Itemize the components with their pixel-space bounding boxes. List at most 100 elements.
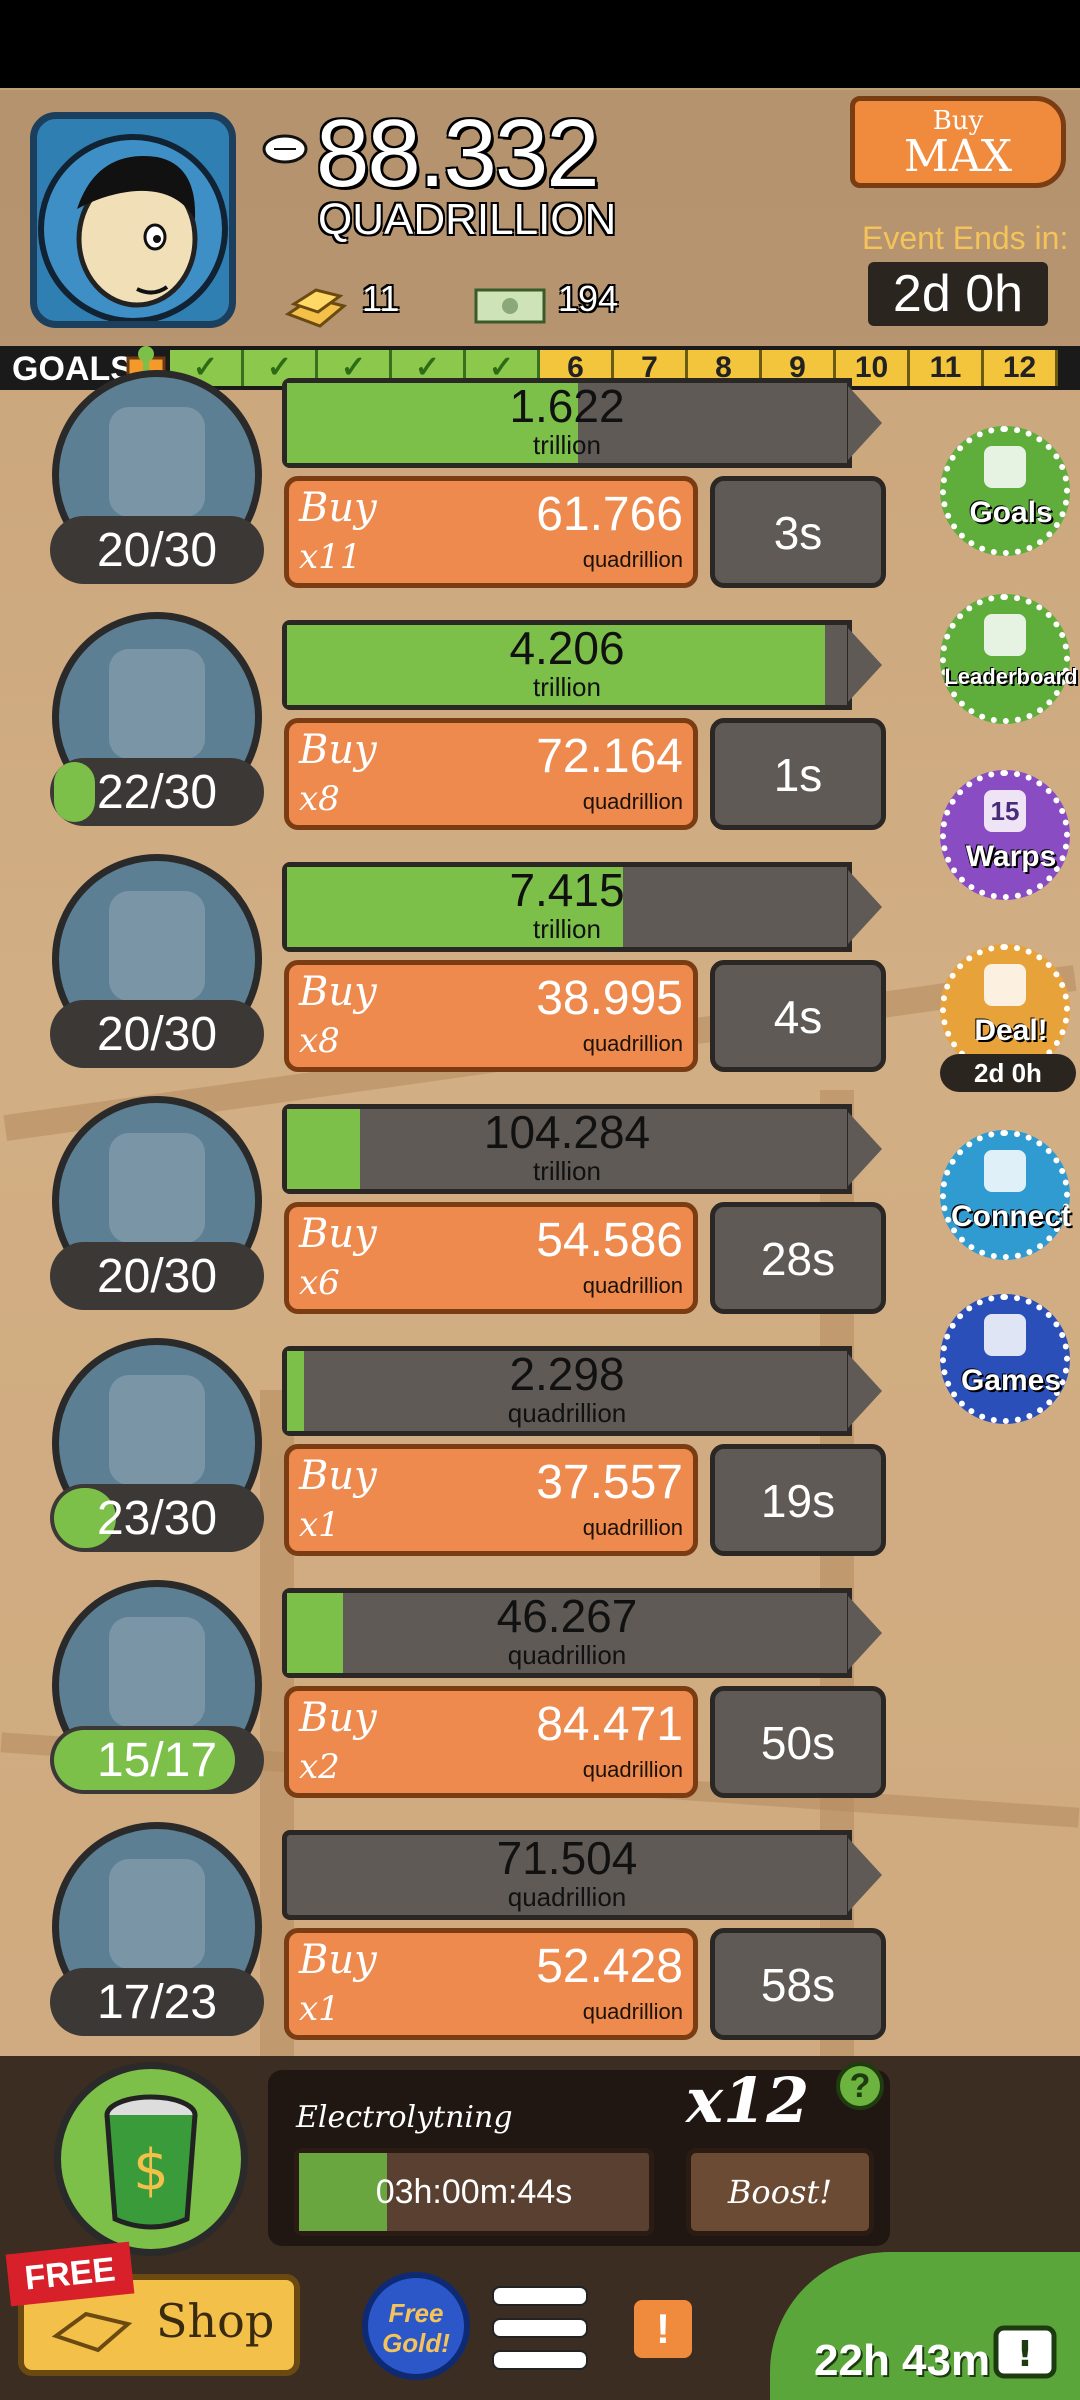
item-count: 22/30 (50, 758, 264, 826)
free-gold-button[interactable]: Free Gold! (362, 2272, 470, 2380)
buy-price-unit: quadrillion (582, 789, 683, 814)
progress-value: 1.622 (509, 380, 625, 432)
buy-label: Buy (299, 969, 377, 1015)
side-button-leaderboard[interactable]: Leaderboard (940, 594, 1078, 724)
event-label: Event Ends in: (862, 220, 1069, 256)
progress-arrow-tip (848, 1838, 882, 1912)
alert-button[interactable]: ! (634, 2300, 692, 2358)
buy-button[interactable]: Buy x2 84.471 quadrillion (284, 1686, 698, 1798)
buy-button[interactable]: Buy x1 52.428 quadrillion (284, 1928, 698, 2040)
item-count: 23/30 (50, 1484, 264, 1552)
progress-unit: quadrillion (507, 1882, 627, 1912)
item-count-text: 17/23 (96, 1976, 218, 2029)
manager-badge[interactable]: $ (54, 2062, 248, 2256)
gold-count: 11 (362, 278, 400, 319)
boost-timer-text: 03h:00m:44s (375, 2173, 573, 2211)
menu-button[interactable] (492, 2286, 588, 2372)
item-count-text: 20/30 (96, 1250, 218, 1303)
side-button-connect[interactable]: Connect (940, 1130, 1071, 1260)
menu-bar-icon (492, 2350, 588, 2370)
buy-label: Buy (299, 727, 377, 773)
backpack-icon (109, 407, 205, 517)
progress-unit: trillion (533, 672, 601, 702)
buy-price: 38.995 (536, 972, 683, 1025)
jersey-icon (109, 1859, 205, 1969)
deal-timer: 2d 0h (940, 1054, 1076, 1092)
side-button-label: Leaderboard (944, 664, 1078, 689)
goal-number-cell: 11 (910, 350, 984, 386)
player-avatar[interactable] (30, 112, 236, 328)
progress-unit: trillion (533, 1156, 601, 1186)
progress-value: 104.284 (483, 1106, 651, 1158)
progress-arrow-tip (848, 1596, 882, 1670)
buy-button[interactable]: Buy x6 54.586 quadrillion (284, 1202, 698, 1314)
boost-multiplier: x12 (686, 2064, 810, 2137)
3d-glasses-man-icon (109, 1617, 205, 1727)
cycle-timer: 1s (710, 718, 886, 830)
cycle-timer: 58s (710, 1928, 886, 2040)
item-count: 15/17 (50, 1726, 264, 1794)
boost-button[interactable]: Boost! (686, 2148, 874, 2236)
item-progress-bar: 104.284 trillion (282, 1104, 890, 1194)
buy-button[interactable]: Buy x8 72.164 quadrillion (284, 718, 698, 830)
buy-multiplier: x8 (299, 779, 340, 819)
flaming-table-icon (109, 649, 205, 759)
item-count: 17/23 (50, 1968, 264, 2036)
buy-multiplier: x1 (299, 1505, 340, 1545)
buy-multiplier: x2 (299, 1747, 340, 1787)
progress-unit: trillion (533, 914, 601, 944)
item-count: 20/30 (50, 1000, 264, 1068)
buy-price: 37.557 (536, 1456, 683, 1509)
buy-label: Buy (299, 1937, 377, 1983)
progress-value: 4.206 (509, 622, 625, 674)
buy-button[interactable]: Buy x1 37.557 quadrillion (284, 1444, 698, 1556)
gold-icon (282, 280, 348, 337)
progress-arrow-tip (848, 628, 882, 702)
buy-label: Buy (299, 485, 377, 531)
buy-price-unit: quadrillion (582, 1757, 683, 1782)
progress-value: 46.267 (496, 1590, 638, 1642)
item-count: 20/30 (50, 1242, 264, 1310)
shop-label: Shop (156, 2294, 275, 2348)
side-button-warps[interactable]: 15 Warps (940, 770, 1070, 900)
cycle-timer: 4s (710, 960, 886, 1072)
buy-max-button[interactable]: Buy MAX (850, 96, 1066, 188)
astronaut-avatar-icon (38, 134, 228, 321)
buy-label: Buy (299, 1695, 377, 1741)
svg-text:$: $ (133, 2138, 169, 2203)
side-button-label: Connect (951, 1200, 1071, 1233)
side-button-games[interactable]: Games (940, 1294, 1070, 1424)
item-count-text: 23/30 (96, 1492, 218, 1545)
boost-timer-bar: 03h:00m:44s (294, 2148, 654, 2236)
item-count-text: 22/30 (96, 766, 218, 819)
side-button-goals[interactable]: Goals (940, 426, 1070, 556)
warps-badge: 15 (990, 796, 1020, 826)
buy-price-unit: quadrillion (582, 1515, 683, 1540)
bills-icon (474, 288, 546, 329)
buy-multiplier: x11 (299, 537, 362, 577)
deal-icon (984, 964, 1026, 1006)
buy-price: 52.428 (536, 1940, 683, 1993)
money-unit: QUADRILLION (318, 195, 617, 244)
soda-can-icon (109, 891, 205, 1001)
item-count-fill (54, 762, 95, 822)
cycle-timer: 50s (710, 1686, 886, 1798)
cycle-timer: 28s (710, 1202, 886, 1314)
buy-button[interactable]: Buy x11 61.766 quadrillion (284, 476, 698, 588)
warps-icon: 15 (984, 790, 1026, 832)
buy-button[interactable]: Buy x8 38.995 quadrillion (284, 960, 698, 1072)
item-progress-bar: 71.504 quadrillion (282, 1830, 890, 1920)
buy-price-unit: quadrillion (582, 1273, 683, 1298)
buy-price: 54.586 (536, 1214, 683, 1267)
bills-count: 194 (558, 278, 619, 319)
buy-label: Buy (299, 1453, 377, 1499)
boost-event-name: Electrolytning (296, 2100, 513, 2135)
item-progress-bar: 2.298 quadrillion (282, 1346, 890, 1436)
progress-arrow-tip (848, 870, 882, 944)
help-button[interactable]: ? (836, 2062, 884, 2110)
buy-multiplier: x1 (299, 1989, 340, 2029)
item-progress-bar: 46.267 quadrillion (282, 1588, 890, 1678)
side-button-label: Goals (969, 496, 1053, 529)
goal-number-cell: 12 (984, 350, 1058, 386)
buy-price: 84.471 (536, 1698, 683, 1751)
